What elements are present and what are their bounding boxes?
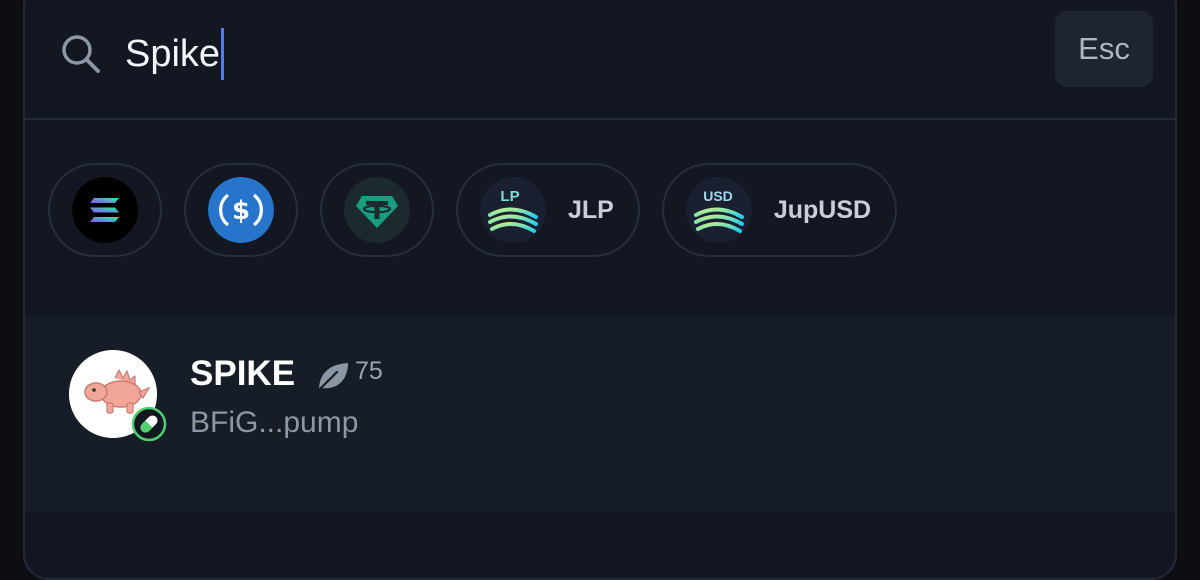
quick-token-jupusd[interactable]: USD JupUSD: [661, 163, 898, 257]
search-result-item[interactable]: SPIKE 75 BFiG...pump: [25, 316, 1175, 512]
search-input[interactable]: Spike: [125, 24, 925, 84]
token-address: BFiG...pump: [190, 406, 359, 439]
jupusd-icon-text: USD: [703, 188, 733, 204]
usdc-icon: $: [208, 177, 274, 243]
search-icon: [62, 35, 100, 73]
text-caret: [221, 28, 225, 80]
quick-token-usdc[interactable]: $: [184, 163, 298, 257]
token-name: SPIKE: [190, 354, 296, 393]
token-search-panel: Spike Esc $ LP JLP USD JupUSD SPIKE 75 B…: [23, 0, 1177, 580]
quick-token-jlp-label: JLP: [568, 195, 614, 224]
avatar: [69, 350, 167, 442]
quick-token-jupusd-label: JupUSD: [773, 195, 872, 224]
leaf-icon: [318, 363, 348, 391]
organic-score: 75: [355, 357, 383, 385]
tether-icon: [344, 177, 410, 243]
quick-token-sol[interactable]: [48, 163, 162, 257]
solana-icon: [72, 177, 138, 243]
search-query-text: Spike: [125, 32, 221, 75]
esc-button[interactable]: Esc: [1055, 11, 1153, 87]
quick-token-usdt[interactable]: [320, 163, 434, 257]
quick-token-list: $ LP JLP USD JupUSD: [48, 163, 898, 257]
jlp-icon-text: LP: [500, 188, 519, 205]
pill-badge-icon: [131, 406, 167, 442]
jupusd-icon: USD: [685, 177, 752, 243]
search-bar: Spike Esc: [25, 2, 1175, 118]
divider: [25, 118, 1175, 120]
jlp-icon: LP: [480, 177, 546, 243]
quick-token-jlp[interactable]: LP JLP: [456, 163, 640, 257]
svg-text:$: $: [232, 196, 250, 226]
